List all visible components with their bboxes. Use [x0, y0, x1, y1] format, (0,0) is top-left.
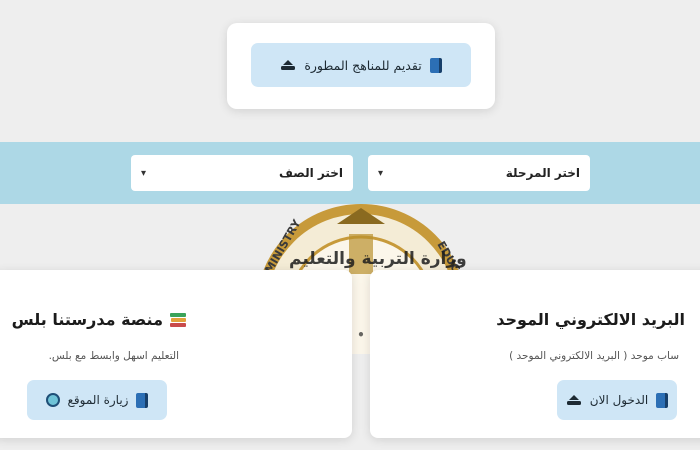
book-icon — [429, 57, 442, 73]
card-title-text: منصة مدرستنا بلس — [11, 310, 163, 329]
stage-select[interactable]: اختر المرحلة ▾ — [368, 155, 590, 191]
apply-curricula-button[interactable]: تقديم للمناهج المطورة — [251, 43, 471, 87]
card-title: البريد الالكتروني الموحد — [496, 310, 685, 329]
card-description: ساب موحد ( البريد الالكتروني الموحد ) — [509, 350, 679, 362]
globe-icon — [45, 393, 60, 407]
card-description: التعليم اسهل وابسط مع بلس. — [48, 350, 179, 362]
seal-text-ar: وزارة التربية والتعليم — [289, 249, 467, 269]
card-title: منصة مدرستنا بلس — [12, 310, 187, 329]
visit-site-label: زيارة الموقع — [67, 393, 129, 407]
grade-select[interactable]: اختر الصف ▾ — [131, 155, 353, 191]
grade-select-label: اختر الصف — [278, 166, 343, 180]
chevron-down-icon: ▾ — [141, 167, 147, 179]
chevron-down-icon: ▾ — [378, 167, 384, 179]
apply-card: تقديم للمناهج المطورة — [227, 23, 495, 109]
upload-tray-icon — [280, 59, 296, 71]
book-icon — [656, 392, 669, 408]
login-now-button[interactable]: الدخول الان — [557, 380, 677, 420]
book-icon — [136, 392, 149, 408]
visit-site-button[interactable]: زيارة الموقع — [27, 380, 167, 420]
upload-tray-icon — [566, 394, 582, 406]
card-title-text: البريد الالكتروني الموحد — [496, 310, 685, 329]
svg-text:•: • — [357, 328, 365, 342]
books-icon — [169, 312, 187, 328]
madrasetna-plus-card: منصة مدرستنا بلس التعليم اسهل وابسط مع ب… — [0, 270, 352, 438]
login-now-label: الدخول الان — [589, 393, 649, 407]
stage-select-label: اختر المرحلة — [505, 166, 580, 180]
filter-band: اختر المرحلة ▾ اختر الصف ▾ — [0, 142, 700, 204]
apply-curricula-label: تقديم للمناهج المطورة — [304, 57, 422, 73]
unified-email-card: البريد الالكتروني الموحد ساب موحد ( البر… — [370, 270, 700, 438]
